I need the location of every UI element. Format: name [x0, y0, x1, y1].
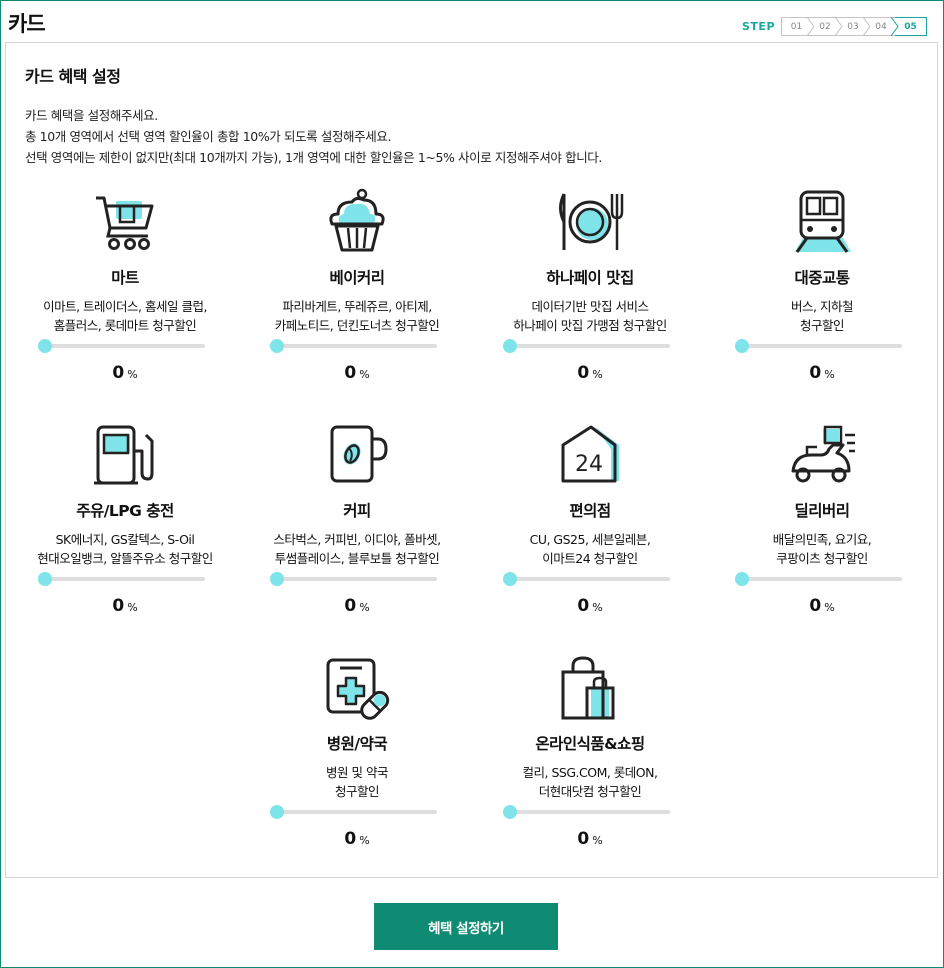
- delivery-scooter-icon: [791, 425, 855, 483]
- discount-value: 0%: [577, 829, 603, 849]
- slider-knob[interactable]: [503, 805, 517, 819]
- shopping-bag-icon: [561, 656, 615, 720]
- discount-value: 0%: [344, 363, 370, 383]
- page-title: 카드: [8, 12, 46, 36]
- medical-icon: [326, 658, 390, 720]
- category-hospital-pharmacy: 병원/약국 병원 및 약국 청구할인 0%: [242, 654, 472, 849]
- category-coffee: 커피 스타벅스, 커피빈, 이디야, 폴바셋, 투썸플레이스, 블루보틀 청구할인…: [242, 421, 472, 616]
- store-24-icon: 24: [561, 425, 619, 483]
- cart-icon: [96, 196, 154, 250]
- discount-slider[interactable]: [503, 339, 670, 353]
- category-name: 커피: [343, 502, 371, 520]
- discount-value: 0%: [809, 363, 835, 383]
- category-description: 병원 및 약국 청구할인: [326, 765, 388, 799]
- discount-slider[interactable]: [503, 805, 670, 819]
- category-mart: 마트 이마트, 트레이더스, 홈세일 클럽, 홈플러스, 롯데마트 청구할인 0%: [10, 188, 240, 383]
- category-online-shopping: 온라인식품&쇼핑 컬리, SSG.COM, 롯데ON, 더현대닷컴 청구할인 0%: [475, 654, 705, 849]
- category-name: 딜리버리: [794, 502, 850, 520]
- discount-slider[interactable]: [38, 572, 205, 586]
- category-description: 컬리, SSG.COM, 롯데ON, 더현대닷컴 청구할인: [522, 765, 658, 799]
- step-indicator: STEP 01 02 03 04 05: [742, 17, 928, 36]
- category-name: 마트: [111, 269, 139, 287]
- slider-knob[interactable]: [735, 572, 749, 586]
- category-description: 데이터기반 맛집 서비스 하나페이 맛집 가맹점 청구할인: [513, 299, 667, 333]
- category-name: 베이커리: [329, 269, 385, 287]
- category-description: 스타벅스, 커피빈, 이디야, 폴바셋, 투썸플레이스, 블루보틀 청구할인: [273, 532, 441, 566]
- section-title: 카드 혜택 설정: [25, 67, 121, 86]
- dining-icon: [559, 193, 624, 250]
- slider-knob[interactable]: [503, 339, 517, 353]
- discount-value: 0%: [344, 596, 370, 616]
- discount-slider[interactable]: [38, 339, 205, 353]
- set-benefit-button[interactable]: 혜택 설정하기: [374, 903, 558, 950]
- category-hanapay-restaurant: 하나페이 맛집 데이터기반 맛집 서비스 하나페이 맛집 가맹점 청구할인 0%: [475, 188, 705, 383]
- category-description: CU, GS25, 세븐일레븐, 이마트24 청구할인: [529, 532, 651, 566]
- slider-knob[interactable]: [270, 339, 284, 353]
- discount-value: 0%: [577, 363, 603, 383]
- category-name: 온라인식품&쇼핑: [535, 735, 645, 753]
- fuel-pump-icon: [94, 425, 154, 485]
- discount-slider[interactable]: [270, 572, 437, 586]
- step-01: 01: [781, 17, 815, 36]
- category-name: 하나페이 맛집: [546, 269, 634, 287]
- section-description: 카드 혜택을 설정해주세요. 총 10개 영역에서 선택 영역 할인율이 총합 …: [25, 105, 602, 168]
- step-label: STEP: [742, 20, 776, 33]
- discount-slider[interactable]: [735, 339, 902, 353]
- coffee-mug-icon: [330, 425, 388, 483]
- slider-knob[interactable]: [38, 572, 52, 586]
- step-02: 02: [811, 17, 843, 36]
- category-description: 파리바게트, 뚜레쥬르, 아티제, 카페노티드, 던킨도너츠 청구할인: [274, 299, 440, 333]
- category-name: 편의점: [569, 502, 611, 520]
- category-name: 주유/LPG 충전: [76, 502, 174, 520]
- step-05-active: 05: [895, 17, 928, 36]
- description-line: 선택 영역에는 제한이 없지만(최대 10개까지 가능), 1개 영역에 대한 …: [25, 150, 602, 165]
- category-public-transit: 대중교통 버스, 지하철 청구할인 0%: [707, 188, 937, 383]
- category-name: 대중교통: [794, 269, 850, 287]
- category-fuel-lpg: 주유/LPG 충전 SK에너지, GS칼텍스, S-Oil 현대오일뱅크, 알뜰주…: [10, 421, 240, 616]
- discount-slider[interactable]: [270, 339, 437, 353]
- slider-knob[interactable]: [503, 572, 517, 586]
- discount-value: 0%: [112, 596, 138, 616]
- discount-slider[interactable]: [735, 572, 902, 586]
- slider-knob[interactable]: [270, 805, 284, 819]
- discount-value: 0%: [809, 596, 835, 616]
- discount-value: 0%: [344, 829, 370, 849]
- category-description: 버스, 지하철 청구할인: [791, 299, 853, 333]
- category-description: 배달의민족, 요기요, 쿠팡이츠 청구할인: [772, 532, 872, 566]
- step-04: 04: [867, 17, 899, 36]
- slider-knob[interactable]: [270, 572, 284, 586]
- discount-value: 0%: [577, 596, 603, 616]
- slider-knob[interactable]: [735, 339, 749, 353]
- train-icon: [795, 190, 851, 253]
- category-convenience-store: 24 편의점 CU, GS25, 세븐일레븐, 이마트24 청구할인 0%: [475, 421, 705, 616]
- category-delivery: 딜리버리 배달의민족, 요기요, 쿠팡이츠 청구할인 0%: [707, 421, 937, 616]
- description-line: 총 10개 영역에서 선택 영역 할인율이 총합 10%가 되도록 설정해주세요…: [25, 129, 392, 144]
- slider-knob[interactable]: [38, 339, 52, 353]
- svg-text:24: 24: [575, 452, 603, 477]
- discount-slider[interactable]: [270, 805, 437, 819]
- discount-slider[interactable]: [503, 572, 670, 586]
- category-description: SK에너지, GS칼텍스, S-Oil 현대오일뱅크, 알뜰주유소 청구할인: [37, 532, 213, 566]
- step-03: 03: [839, 17, 871, 36]
- category-description: 이마트, 트레이더스, 홈세일 클럽, 홈플러스, 롯데마트 청구할인: [43, 299, 207, 333]
- description-line: 카드 혜택을 설정해주세요.: [25, 108, 158, 123]
- category-name: 병원/약국: [326, 735, 388, 753]
- cupcake-icon: [329, 188, 385, 252]
- discount-value: 0%: [112, 363, 138, 383]
- category-bakery: 베이커리 파리바게트, 뚜레쥬르, 아티제, 카페노티드, 던킨도너츠 청구할인 …: [242, 188, 472, 383]
